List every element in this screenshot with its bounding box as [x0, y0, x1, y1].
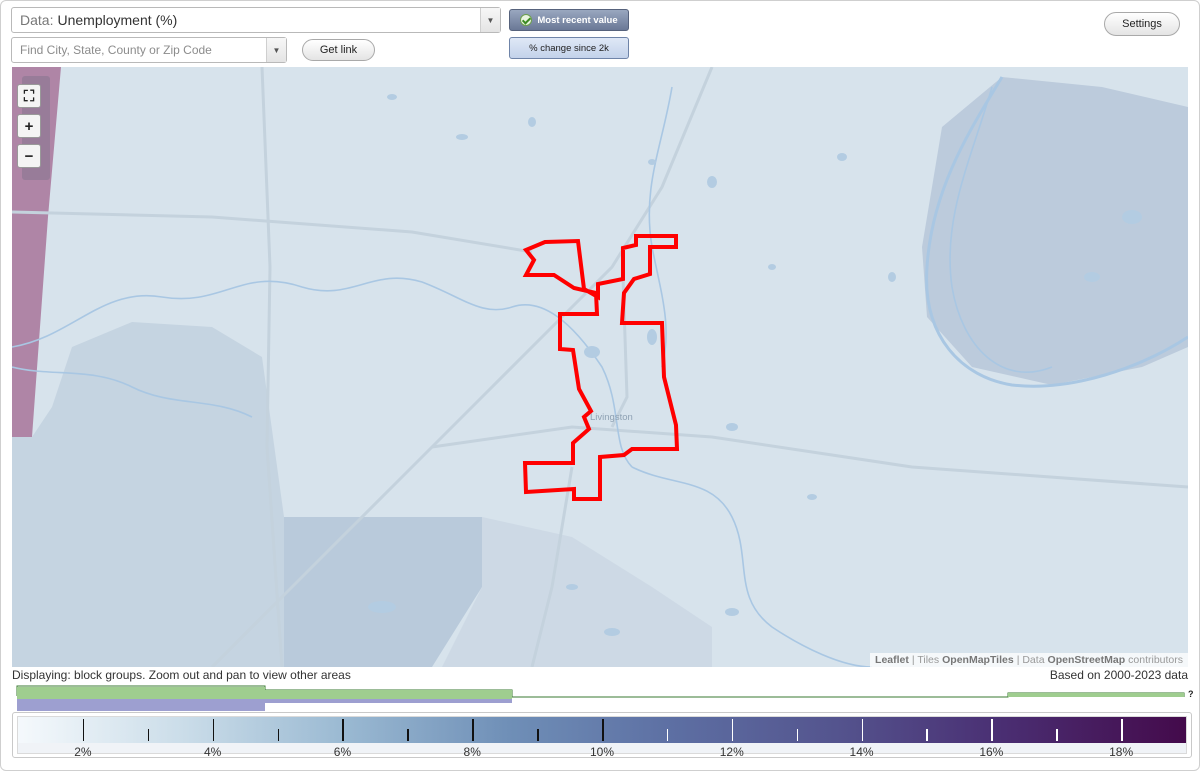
legend-label: 12%: [719, 745, 744, 759]
legend-minor-tick: [147, 729, 150, 741]
legend-major-tick: [212, 719, 215, 741]
fullscreen-icon[interactable]: ⛶: [17, 84, 41, 108]
leaflet-link[interactable]: Leaflet: [875, 654, 909, 666]
check-icon: [520, 14, 533, 26]
legend-major-tick: [82, 719, 85, 741]
lake-region: [922, 77, 1188, 385]
chevron-down-icon[interactable]: ▼: [266, 38, 286, 62]
tiles-prefix: | Tiles: [911, 654, 940, 666]
openstreetmap-link[interactable]: OpenStreetMap: [1048, 654, 1126, 666]
legend-label: 14%: [849, 745, 874, 759]
legend-major-tick: [472, 719, 474, 741]
settings-button[interactable]: Settings: [1104, 12, 1180, 36]
value-histogram: [16, 685, 1185, 711]
pct-change-button[interactable]: % change since 2k: [509, 37, 629, 59]
legend-scale: 2% 4% 6% 8% 10% 12% 14% 16% 18%: [17, 716, 1187, 759]
data-prefix: | Data: [1016, 654, 1045, 666]
selection-bar: [17, 699, 265, 711]
legend-minor-tick: [796, 729, 799, 741]
map-view[interactable]: Livingston ⛶ + − Leaflet | Tiles OpenMap…: [12, 67, 1188, 667]
legend-minor-tick: [407, 729, 409, 741]
legend-label: 6%: [333, 745, 352, 759]
data-select-value: Unemployment (%): [57, 12, 178, 28]
color-legend: 2% 4% 6% 8% 10% 12% 14% 16% 18%: [12, 712, 1192, 759]
legend-label: 4%: [203, 745, 222, 759]
legend-major-tick: [602, 719, 604, 741]
get-link-button[interactable]: Get link: [302, 39, 375, 61]
most-recent-value-button[interactable]: Most recent value: [509, 9, 629, 31]
zoom-in-button[interactable]: +: [17, 114, 41, 138]
chevron-down-icon[interactable]: ▼: [480, 8, 500, 32]
legend-minor-tick: [666, 729, 669, 741]
data-select-label: Data:: [20, 12, 54, 28]
map-attribution: Leaflet | Tiles OpenMapTiles | Data Open…: [870, 653, 1188, 667]
display-note: Displaying: block groups. Zoom out and p…: [12, 668, 351, 682]
legend-major-tick: [731, 719, 734, 741]
histogram-bar: [265, 690, 512, 699]
legend-minor-tick: [1056, 729, 1058, 741]
legend-label: 10%: [589, 745, 615, 759]
selection-bar: [265, 699, 512, 703]
help-icon[interactable]: ?: [1188, 689, 1194, 699]
legend-minor-tick: [277, 729, 280, 741]
search-input[interactable]: [12, 38, 262, 62]
legend-major-tick: [861, 719, 864, 741]
contributors-text: contributors: [1128, 654, 1183, 666]
location-search[interactable]: ▼: [11, 37, 287, 63]
data-range-note: Based on 2000-2023 data: [1049, 668, 1188, 682]
legend-major-tick: [991, 719, 993, 741]
town-label: Livingston: [590, 412, 633, 423]
histogram-bar: [1008, 693, 1184, 697]
legend-major-tick: [342, 719, 344, 741]
map-canvas: [12, 67, 1188, 667]
data-select[interactable]: Data: Unemployment (%) ▼: [11, 7, 501, 33]
openmaptiles-link[interactable]: OpenMapTiles: [942, 654, 1014, 666]
legend-label: 8%: [463, 745, 481, 759]
histogram-bar: [17, 687, 265, 699]
legend-label: 2%: [74, 745, 92, 759]
legend-minor-tick: [537, 729, 539, 741]
most-recent-label: Most recent value: [537, 14, 618, 26]
legend-minor-tick: [926, 729, 928, 741]
zoom-out-button[interactable]: −: [17, 144, 41, 168]
legend-major-tick: [1121, 719, 1123, 741]
legend-label: 18%: [1109, 745, 1134, 759]
legend-label: 16%: [979, 745, 1004, 759]
